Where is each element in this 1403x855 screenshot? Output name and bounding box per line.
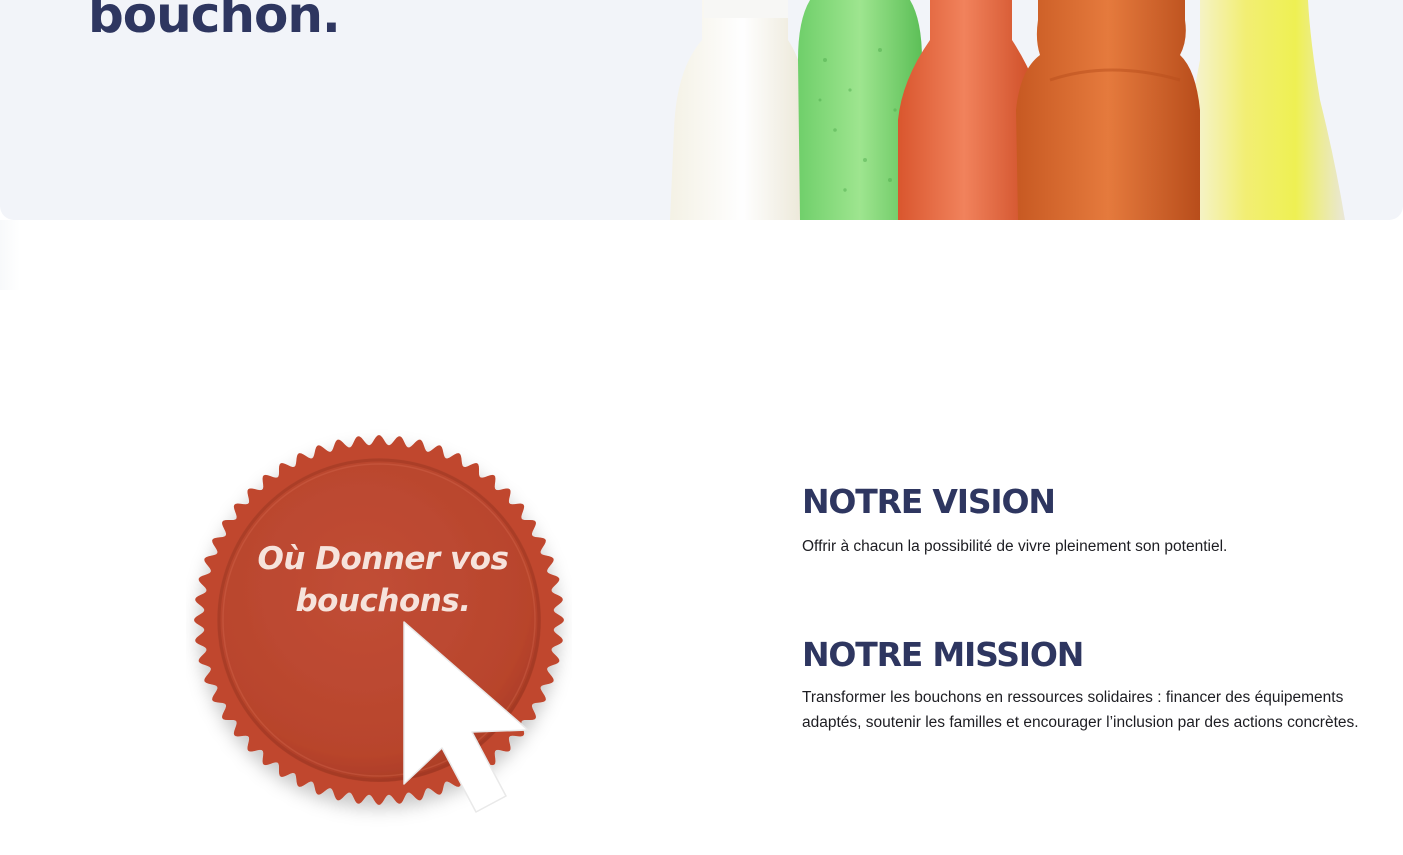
where-to-donate-label: Où Donner vos bouchons. [257, 541, 509, 619]
page-edge-shadow [0, 220, 20, 290]
hero-banner: bouchon. [0, 0, 1403, 220]
bottles-image [670, 0, 1345, 220]
vision-text: Offrir à chacun la possibilité de vivre … [802, 538, 1228, 555]
mission-section: NOTRE MISSION Transformer les bouchons e… [802, 635, 1372, 735]
cursor-arrow-icon [403, 621, 529, 813]
where-to-donate-button[interactable]: Où Donner vos bouchons. [186, 428, 572, 828]
hero-title: bouchon. [88, 0, 341, 44]
mission-text: Transformer les bouchons en ressources s… [802, 689, 1359, 731]
vision-section: NOTRE VISION Offrir à chacun la possibil… [802, 482, 1372, 559]
vision-heading: NOTRE VISION [802, 482, 1056, 521]
mission-heading: NOTRE MISSION [802, 635, 1084, 674]
